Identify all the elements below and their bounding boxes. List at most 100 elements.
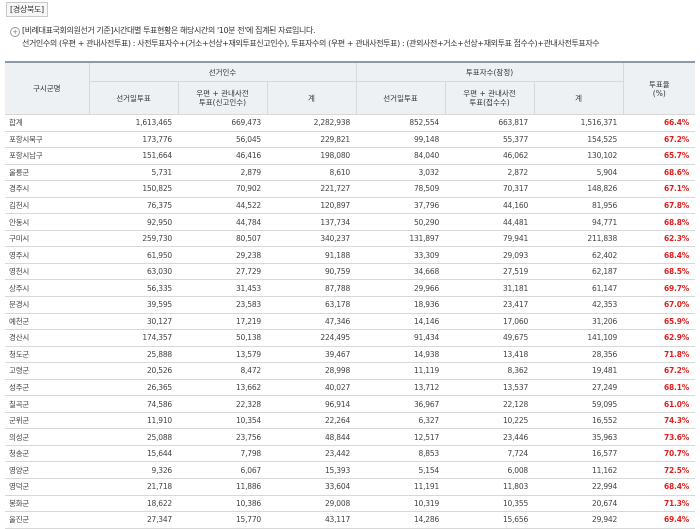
electors-day-cell: 1,613,465: [89, 114, 178, 132]
table-row: 군위군 11,910 10,354 22,264 6,327 10,225 16,552 74…: [5, 412, 696, 430]
voters-day-cell: 5,154: [356, 461, 446, 480]
voters-total-cell: 62,402: [534, 246, 624, 264]
voters-total-cell: 62,187: [534, 263, 624, 281]
electors-total-cell: 29,008: [267, 495, 357, 513]
voters-day-cell: 8,853: [356, 445, 446, 463]
district-cell: 포항시남구: [5, 147, 89, 165]
table-row: 문경시 39,595 23,583 63,178 18,936 23,417 42,353 6…: [5, 296, 696, 314]
voters-day-cell: 50,290: [356, 213, 446, 231]
voters-mail-cell: 10,225: [445, 412, 535, 430]
table-row: 칠곡군 74,586 22,328 96,914 36,967 22,128 59,095 6…: [5, 395, 696, 413]
voters-total-cell: 20,674: [534, 495, 624, 513]
electors-mail-cell: 6,067: [178, 461, 267, 480]
electors-day-cell: 39,595: [89, 296, 178, 314]
district-cell: 칠곡군: [5, 395, 89, 413]
voters-day-cell: 33,309: [356, 246, 446, 264]
district-cell: 김천시: [5, 197, 89, 215]
voters-total-cell: 130,102: [534, 147, 624, 165]
voters-day-cell: 131,897: [356, 230, 446, 248]
voters-day-cell: 14,938: [356, 346, 446, 364]
district-cell: 의성군: [5, 428, 89, 446]
voters-mail-cell: 8,362: [445, 362, 535, 380]
electors-total-cell: 2,282,938: [267, 114, 357, 132]
electors-day-cell: 30,127: [89, 313, 178, 331]
district-cell: 영양군: [5, 461, 89, 480]
voters-day-cell: 13,712: [356, 379, 446, 397]
voters-day-cell: 29,966: [356, 279, 446, 298]
electors-mail-cell: 70,902: [178, 180, 267, 198]
voters-mail-cell: 44,481: [445, 213, 535, 231]
electors-day-cell: 92,950: [89, 213, 178, 231]
electors-day-cell: 173,776: [89, 131, 178, 149]
electors-total-cell: 63,178: [267, 296, 357, 314]
electors-total-cell: 48,844: [267, 428, 357, 446]
voters-day-cell: 84,040: [356, 147, 446, 165]
electors-day-cell: 61,950: [89, 246, 178, 264]
turnout-rate-cell: 66.4%: [623, 114, 696, 132]
table-row: 영주시 61,950 29,238 91,188 33,309 29,093 62,402 6…: [5, 246, 696, 264]
turnout-rate-cell: 68.1%: [623, 379, 696, 397]
header-district: 구시군명: [5, 62, 89, 115]
header-voters-group: 투표자수(잠정): [355, 62, 624, 82]
district-cell: 안동시: [5, 213, 89, 231]
electors-mail-cell: 10,386: [178, 495, 267, 513]
voters-day-cell: 852,554: [356, 114, 446, 132]
voters-total-cell: 211,838: [534, 230, 624, 248]
time-basis-note: + [비례대표국회의원선거 기준]시간대별 투표현황은 해당시간의 '10분 전'…: [10, 25, 315, 37]
table-row: 봉화군 18,622 10,386 29,008 10,319 10,355 20,674 7…: [5, 495, 696, 513]
turnout-rate-cell: 68.8%: [623, 213, 696, 231]
table-row: 울릉군 5,731 2,879 8,610 3,032 2,872 5,904 68.6%: [5, 164, 696, 182]
electors-day-cell: 56,335: [89, 279, 178, 298]
header-electors-group: 선거인수: [88, 62, 357, 82]
district-cell: 문경시: [5, 296, 89, 314]
electors-total-cell: 47,346: [267, 313, 357, 331]
electors-mail-cell: 13,579: [178, 346, 267, 364]
table-row: 영덕군 21,718 11,886 33,604 11,191 11,803 22,994 6…: [5, 478, 696, 496]
voters-mail-cell: 22,128: [445, 395, 535, 413]
voters-mail-cell: 13,418: [445, 346, 535, 364]
electors-total-cell: 33,604: [267, 478, 357, 496]
turnout-rate-cell: 67.1%: [623, 180, 696, 198]
electors-total-cell: 120,897: [267, 197, 357, 215]
voters-day-cell: 34,668: [356, 263, 446, 281]
district-cell: 영천시: [5, 263, 89, 281]
voters-mail-cell: 2,872: [445, 164, 535, 182]
voters-total-cell: 5,904: [534, 164, 624, 182]
electors-total-cell: 22,264: [267, 412, 357, 430]
electors-total-cell: 229,821: [267, 131, 357, 149]
table-row: 경주시 150,825 70,902 221,727 78,509 70,317 148,8…: [5, 180, 696, 198]
district-cell: 고령군: [5, 362, 89, 380]
district-cell: 청송군: [5, 445, 89, 463]
table-row: 안동시 92,950 44,784 137,734 50,290 44,481 94,771…: [5, 213, 696, 231]
voters-mail-cell: 31,181: [445, 279, 535, 298]
voters-mail-cell: 23,446: [445, 428, 535, 446]
table-row: 상주시 56,335 31,453 87,788 29,966 31,181 61,147 6…: [5, 279, 696, 298]
turnout-rate-cell: 67.8%: [623, 197, 696, 215]
voters-mail-cell: 663,817: [445, 114, 535, 132]
electors-mail-cell: 8,472: [178, 362, 267, 380]
electors-day-cell: 25,888: [89, 346, 178, 364]
voters-mail-cell: 46,062: [445, 147, 535, 165]
electors-mail-cell: 7,798: [178, 445, 267, 463]
turnout-rate-cell: 68.4%: [623, 246, 696, 264]
voters-day-cell: 12,517: [356, 428, 446, 446]
electors-mail-cell: 31,453: [178, 279, 267, 298]
voters-day-cell: 18,936: [356, 296, 446, 314]
voters-total-cell: 61,147: [534, 279, 624, 298]
turnout-rate-cell: 70.7%: [623, 445, 696, 463]
electors-day-cell: 76,375: [89, 197, 178, 215]
header-electors-total: 계: [266, 81, 357, 115]
electors-total-cell: 137,734: [267, 213, 357, 231]
district-cell: 청도군: [5, 346, 89, 364]
table-row: 고령군 20,526 8,472 28,998 11,119 8,362 19,481 67.…: [5, 362, 696, 380]
turnout-rate-cell: 61.0%: [623, 395, 696, 413]
table-row: 청송군 15,644 7,798 23,442 8,853 7,724 16,577 70.7…: [5, 445, 696, 463]
electors-mail-cell: 44,784: [178, 213, 267, 231]
voters-total-cell: 42,353: [534, 296, 624, 314]
voters-mail-cell: 7,724: [445, 445, 535, 463]
voters-total-cell: 94,771: [534, 213, 624, 231]
count-definition-note: 선거인수의 (우편 + 관내사전투표) : 사전투표자수+(거소+선상+재외투표…: [22, 39, 600, 48]
turnout-rate-cell: 65.7%: [623, 147, 696, 165]
voters-day-cell: 3,032: [356, 164, 446, 182]
voters-mail-cell: 17,060: [445, 313, 535, 331]
